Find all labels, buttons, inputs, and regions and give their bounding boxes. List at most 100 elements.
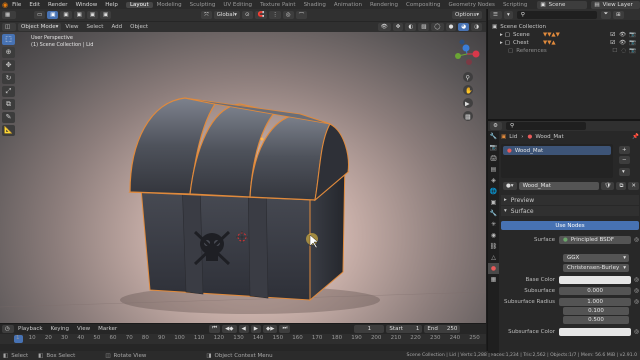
play-reverse-icon[interactable]: ◀ [238, 324, 249, 333]
end-frame-field[interactable]: End 250 [424, 324, 461, 333]
material-datablock-field[interactable]: Wood_Mat [518, 182, 600, 190]
eye-icon[interactable]: 👁 [619, 39, 626, 47]
orientation-select[interactable]: Global ▾ [213, 11, 240, 19]
tool-annotate-icon[interactable]: ✎ [2, 112, 15, 123]
display-mode-icon[interactable]: ▾ [504, 10, 513, 19]
select-extend-icon[interactable]: ▣ [60, 11, 72, 19]
timeline-menu-marker[interactable]: Marker [94, 326, 121, 332]
properties-editor-icon[interactable]: ⚙ [490, 122, 502, 130]
subsurface-radius-z[interactable]: 0.500 [563, 316, 629, 324]
tool-rotate-icon[interactable]: ↻ [2, 73, 15, 84]
shading-wireframe-icon[interactable]: ◯ [431, 23, 444, 31]
material-slot-item[interactable]: ● Wood_Mat [503, 146, 611, 155]
mode-select[interactable]: Object Mode ▾ [18, 23, 62, 31]
link-dot-icon[interactable]: ◎ [634, 277, 639, 283]
subsurface-color-swatch[interactable] [559, 328, 632, 336]
link-dot-icon[interactable]: ◎ [634, 299, 639, 305]
falloff-icon[interactable]: ⌒ [295, 11, 308, 19]
checkbox-icon[interactable]: ☐ [612, 47, 617, 55]
modifier-tab-icon[interactable]: 🔧 [488, 208, 499, 219]
tool-cursor-icon[interactable]: ⊕ [2, 47, 15, 58]
duplicate-material-icon[interactable]: ⧉ [616, 182, 627, 190]
start-frame-field[interactable]: Start 1 [386, 324, 423, 333]
subsurface-method-select[interactable]: Christensen-Burley ▾ [563, 264, 629, 272]
properties-search[interactable]: ⚲ [506, 122, 586, 130]
world-tab-icon[interactable]: 🌐 [488, 186, 499, 197]
transform-orientation-icon[interactable]: ⤧ [201, 11, 212, 19]
output-tab-icon[interactable]: 🖨 [488, 153, 499, 164]
next-key-icon[interactable]: ◆▶ [263, 324, 278, 333]
select-new-icon[interactable]: ▣ [47, 11, 59, 19]
checkbox-icon[interactable]: ☑ [610, 39, 615, 47]
outliner-item-chest[interactable]: ▸ ▢ Chest ▼▼▲ ☑ 👁 📷 [492, 39, 636, 47]
link-dot-icon[interactable]: ◎ [634, 237, 639, 243]
prev-key-icon[interactable]: ◀◆ [222, 324, 237, 333]
subsurface-radius-x[interactable]: 1.000 [559, 298, 632, 306]
tab-animation[interactable]: Animation [330, 2, 366, 8]
tab-uv-editing[interactable]: UV Editing [219, 2, 256, 8]
overlay-icon[interactable]: ◐ [405, 23, 417, 31]
tool-transform-icon[interactable]: ⧉ [2, 99, 15, 110]
view-layer-selector[interactable]: ▤ View Layer [591, 0, 640, 9]
editor-type-icon[interactable]: ◫ [2, 23, 16, 31]
material-slot-list[interactable]: ● Wood_Mat [501, 144, 613, 178]
viewport-menu-view[interactable]: View [61, 24, 82, 30]
viewport-menu-add[interactable]: Add [107, 24, 126, 30]
menu-help[interactable]: Help [101, 2, 122, 8]
filter-icon[interactable]: ⏷ [600, 10, 612, 19]
tab-compositing[interactable]: Compositing [402, 2, 444, 8]
remove-slot-button[interactable]: − [619, 156, 630, 164]
particles-tab-icon[interactable]: ✳ [488, 219, 499, 230]
tab-geometry-nodes[interactable]: Geometry Nodes [445, 2, 499, 8]
outliner-root[interactable]: ▣ Scene Collection [492, 23, 636, 31]
gizmo-icon[interactable]: ✥ [392, 23, 404, 31]
current-frame-field[interactable]: 1 [354, 324, 385, 333]
add-slot-button[interactable]: + [619, 146, 630, 154]
viewport-menu-select[interactable]: Select [82, 24, 107, 30]
object-tab-icon[interactable]: ▣ [488, 197, 499, 208]
tab-scripting[interactable]: Scripting [499, 2, 531, 8]
tool-measure-icon[interactable]: 📐 [2, 125, 15, 136]
render-tab-icon[interactable]: 📷 [488, 142, 499, 153]
menu-window[interactable]: Window [72, 2, 102, 8]
preview-panel-header[interactable]: ▸ Preview [501, 195, 639, 205]
view-layer-tab-icon[interactable]: ▤ [488, 164, 499, 175]
physics-tab-icon[interactable]: ◉ [488, 230, 499, 241]
blender-logo-icon[interactable]: ◉ [0, 1, 8, 9]
select-subtract-icon[interactable]: ▣ [73, 11, 85, 19]
tab-layout[interactable]: Layout [125, 1, 153, 8]
outliner-search[interactable]: ⚲ [516, 10, 597, 19]
link-dot-icon[interactable]: ◎ [634, 329, 639, 335]
snap-icon[interactable]: 🧲 [254, 11, 268, 19]
subsurface-radius-y[interactable]: 0.100 [563, 307, 629, 315]
material-browse-icon[interactable]: ●▾ [503, 182, 517, 190]
select-invert-icon[interactable]: ▣ [86, 11, 99, 19]
outliner-item-references[interactable]: ▢ References ☐ ◌ 📷 [492, 47, 636, 55]
scene-selector[interactable]: ▣ Scene [537, 0, 588, 9]
new-collection-icon[interactable]: ⊞ [613, 10, 624, 19]
shading-rendered-icon[interactable]: ◑ [471, 23, 482, 31]
outliner-editor-icon[interactable]: ☰ [490, 10, 502, 19]
slot-specials-icon[interactable]: ▾ [619, 168, 630, 176]
unlink-material-icon[interactable]: ✕ [628, 182, 639, 190]
jump-end-icon[interactable]: ⏭ [279, 324, 291, 333]
timeline-menu-playback[interactable]: Playback [14, 326, 47, 332]
timeline-ruler[interactable]: 1 10 20 30 40 50 60 70 80 90 100 110 120 130 140 150 160… [0, 334, 486, 344]
checkbox-icon[interactable]: ☑ [610, 31, 615, 39]
pan-icon[interactable]: ✋ [463, 85, 473, 95]
link-dot-icon[interactable]: ◎ [634, 288, 639, 294]
tool-scale-icon[interactable]: ⤢ [2, 86, 15, 97]
select-mode-icon[interactable]: ▭ [34, 11, 46, 19]
fake-user-icon[interactable]: 🛡 [601, 182, 615, 190]
jump-start-icon[interactable]: ⏮ [209, 324, 221, 333]
outliner-item-scene[interactable]: ▸ ▢ Scene ▼▼▲▼ ☑ 👁 📷 [492, 31, 636, 39]
zoom-icon[interactable]: ⚲ [463, 72, 473, 82]
pin-icon[interactable]: 📌 [632, 134, 639, 140]
scene-tab-icon[interactable]: ◈ [488, 175, 499, 186]
perspective-toggle-icon[interactable]: ▦ [463, 111, 473, 121]
expand-arrow-icon[interactable]: ▸ [500, 39, 503, 47]
proportional-edit-icon[interactable]: ◎ [282, 11, 294, 19]
timeline-editor-icon[interactable]: ◷ [2, 324, 14, 333]
play-icon[interactable]: ▶ [250, 324, 261, 333]
data-tab-icon[interactable]: △ [488, 252, 499, 263]
